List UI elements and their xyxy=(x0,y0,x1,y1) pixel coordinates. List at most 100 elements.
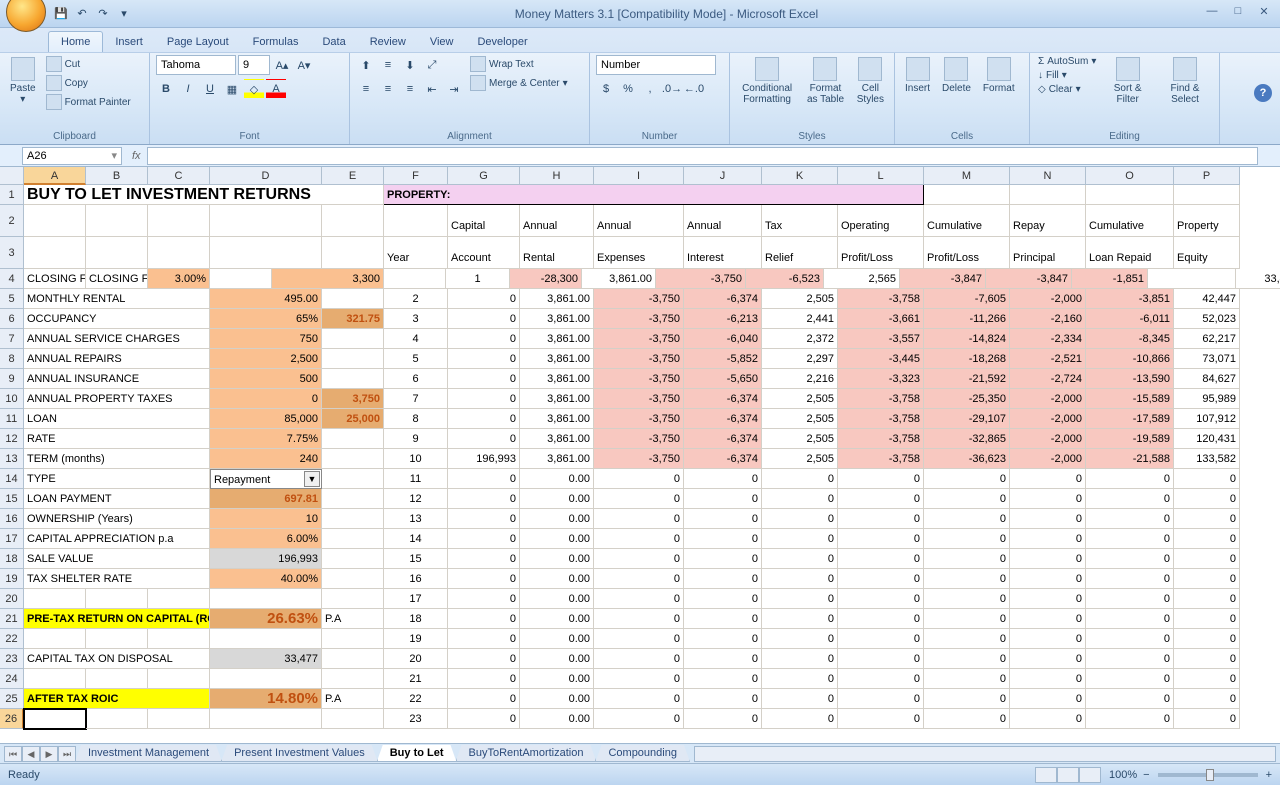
cell[interactable] xyxy=(322,449,384,469)
conditional-formatting-button[interactable]: Conditional Formatting xyxy=(736,55,798,107)
view-layout-button[interactable] xyxy=(1057,767,1079,783)
cell[interactable]: 0 xyxy=(684,609,762,629)
cell[interactable]: 0.00 xyxy=(520,529,594,549)
cell[interactable]: -5,852 xyxy=(684,349,762,369)
cell[interactable] xyxy=(24,589,86,609)
sheet-tab-buy-to-let[interactable]: Buy to Let xyxy=(377,745,457,762)
cut-button[interactable]: Cut xyxy=(44,55,133,73)
cell[interactable]: 0 xyxy=(1086,509,1174,529)
cell[interactable]: 196,993 xyxy=(210,549,322,569)
ribbon-tab-review[interactable]: Review xyxy=(358,32,418,52)
cell[interactable]: 0.00 xyxy=(520,629,594,649)
cell[interactable]: 0 xyxy=(838,509,924,529)
cell[interactable]: TYPE xyxy=(24,469,210,489)
cell[interactable]: -2,000 xyxy=(1010,429,1086,449)
cell[interactable]: 33,477 xyxy=(210,649,322,669)
cell[interactable]: -2,000 xyxy=(1010,389,1086,409)
cell[interactable] xyxy=(86,205,148,237)
cell[interactable]: P.A xyxy=(322,609,384,629)
decrease-decimal-button[interactable]: ←.0 xyxy=(684,79,704,99)
tab-nav-next[interactable]: ▶ xyxy=(40,746,58,762)
cell[interactable]: 0 xyxy=(448,429,520,449)
underline-button[interactable]: U xyxy=(200,79,220,99)
cell[interactable]: 0.00 xyxy=(520,509,594,529)
cell[interactable]: Annual xyxy=(594,205,684,237)
cell[interactable]: 0 xyxy=(448,389,520,409)
currency-button[interactable]: $ xyxy=(596,79,616,99)
cell[interactable] xyxy=(86,709,148,729)
col-header-G[interactable]: G xyxy=(448,167,520,185)
cell[interactable]: 0 xyxy=(594,589,684,609)
cell[interactable]: 18 xyxy=(384,609,448,629)
cell[interactable]: 2,505 xyxy=(762,429,838,449)
ribbon-tab-formulas[interactable]: Formulas xyxy=(241,32,311,52)
cell[interactable]: CAPITAL APPRECIATION p.a xyxy=(24,529,210,549)
cell[interactable]: 0 xyxy=(1010,609,1086,629)
format-button[interactable]: Format xyxy=(979,55,1019,96)
cell[interactable]: 0.00 xyxy=(520,469,594,489)
cell[interactable]: 5 xyxy=(384,349,448,369)
cell[interactable]: 21 xyxy=(384,669,448,689)
cell[interactable]: -28,300 xyxy=(510,269,582,289)
ribbon-tab-developer[interactable]: Developer xyxy=(465,32,539,52)
row-header-10[interactable]: 10 xyxy=(0,389,24,409)
row-header-12[interactable]: 12 xyxy=(0,429,24,449)
cell[interactable]: 0.00 xyxy=(520,649,594,669)
row-header-3[interactable]: 3 xyxy=(0,237,24,269)
view-normal-button[interactable] xyxy=(1035,767,1057,783)
format-painter-button[interactable]: Format Painter xyxy=(44,93,133,111)
shrink-font-button[interactable]: A▾ xyxy=(294,55,314,75)
cell[interactable]: 0 xyxy=(1174,629,1240,649)
cell[interactable]: 0 xyxy=(448,489,520,509)
col-header-C[interactable]: C xyxy=(148,167,210,185)
cell[interactable]: 0 xyxy=(684,589,762,609)
cell[interactable]: Year xyxy=(384,237,448,269)
cell[interactable]: -6,374 xyxy=(684,289,762,309)
cell[interactable]: 0 xyxy=(924,689,1010,709)
cell[interactable]: Relief xyxy=(762,237,838,269)
cell[interactable]: 0 xyxy=(1010,489,1086,509)
cell[interactable]: 25,000 xyxy=(322,409,384,429)
cell[interactable]: 133,582 xyxy=(1174,449,1240,469)
cell[interactable] xyxy=(210,269,272,289)
cell[interactable]: 0 xyxy=(762,609,838,629)
cell[interactable]: 0 xyxy=(448,609,520,629)
cell[interactable]: 697.81 xyxy=(210,489,322,509)
cell[interactable]: 3,861.00 xyxy=(520,429,594,449)
cell[interactable]: 0 xyxy=(1086,669,1174,689)
cell[interactable]: 2,297 xyxy=(762,349,838,369)
cell[interactable]: 0 xyxy=(684,629,762,649)
cell[interactable]: 1 xyxy=(446,269,510,289)
cell[interactable]: 0 xyxy=(924,489,1010,509)
copy-button[interactable]: Copy xyxy=(44,74,133,92)
cell[interactable]: 2,565 xyxy=(824,269,900,289)
cell[interactable]: P.A xyxy=(322,689,384,709)
cell[interactable] xyxy=(322,509,384,529)
cell[interactable] xyxy=(1086,185,1174,205)
cell[interactable]: 2,500 xyxy=(210,349,322,369)
cell[interactable]: 0 xyxy=(924,649,1010,669)
cell[interactable]: -36,623 xyxy=(924,449,1010,469)
row-header-9[interactable]: 9 xyxy=(0,369,24,389)
cell[interactable]: 0 xyxy=(1086,649,1174,669)
cell[interactable]: 0 xyxy=(1174,649,1240,669)
cell[interactable]: Rental xyxy=(520,237,594,269)
cell[interactable] xyxy=(148,205,210,237)
border-button[interactable]: ▦ xyxy=(222,79,242,99)
cell[interactable]: 0 xyxy=(684,529,762,549)
row-header-18[interactable]: 18 xyxy=(0,549,24,569)
cell[interactable]: 0 xyxy=(1174,489,1240,509)
cell[interactable]: 0 xyxy=(1010,569,1086,589)
row-headers[interactable]: 1234567891011121314151617181920212223242… xyxy=(0,185,24,729)
cell[interactable]: -3,750 xyxy=(594,369,684,389)
row-header-22[interactable]: 22 xyxy=(0,629,24,649)
cell[interactable]: 19 xyxy=(384,629,448,649)
cell[interactable]: 4 xyxy=(384,329,448,349)
cell[interactable]: 0 xyxy=(594,649,684,669)
cell[interactable]: 0 xyxy=(1010,689,1086,709)
row-header-26[interactable]: 26 xyxy=(0,709,24,729)
cell[interactable]: ANNUAL PROPERTY TAXES xyxy=(24,389,210,409)
cell[interactable]: -3,750 xyxy=(656,269,746,289)
align-center-button[interactable]: ≡ xyxy=(378,79,398,99)
cell[interactable]: 0 xyxy=(594,569,684,589)
